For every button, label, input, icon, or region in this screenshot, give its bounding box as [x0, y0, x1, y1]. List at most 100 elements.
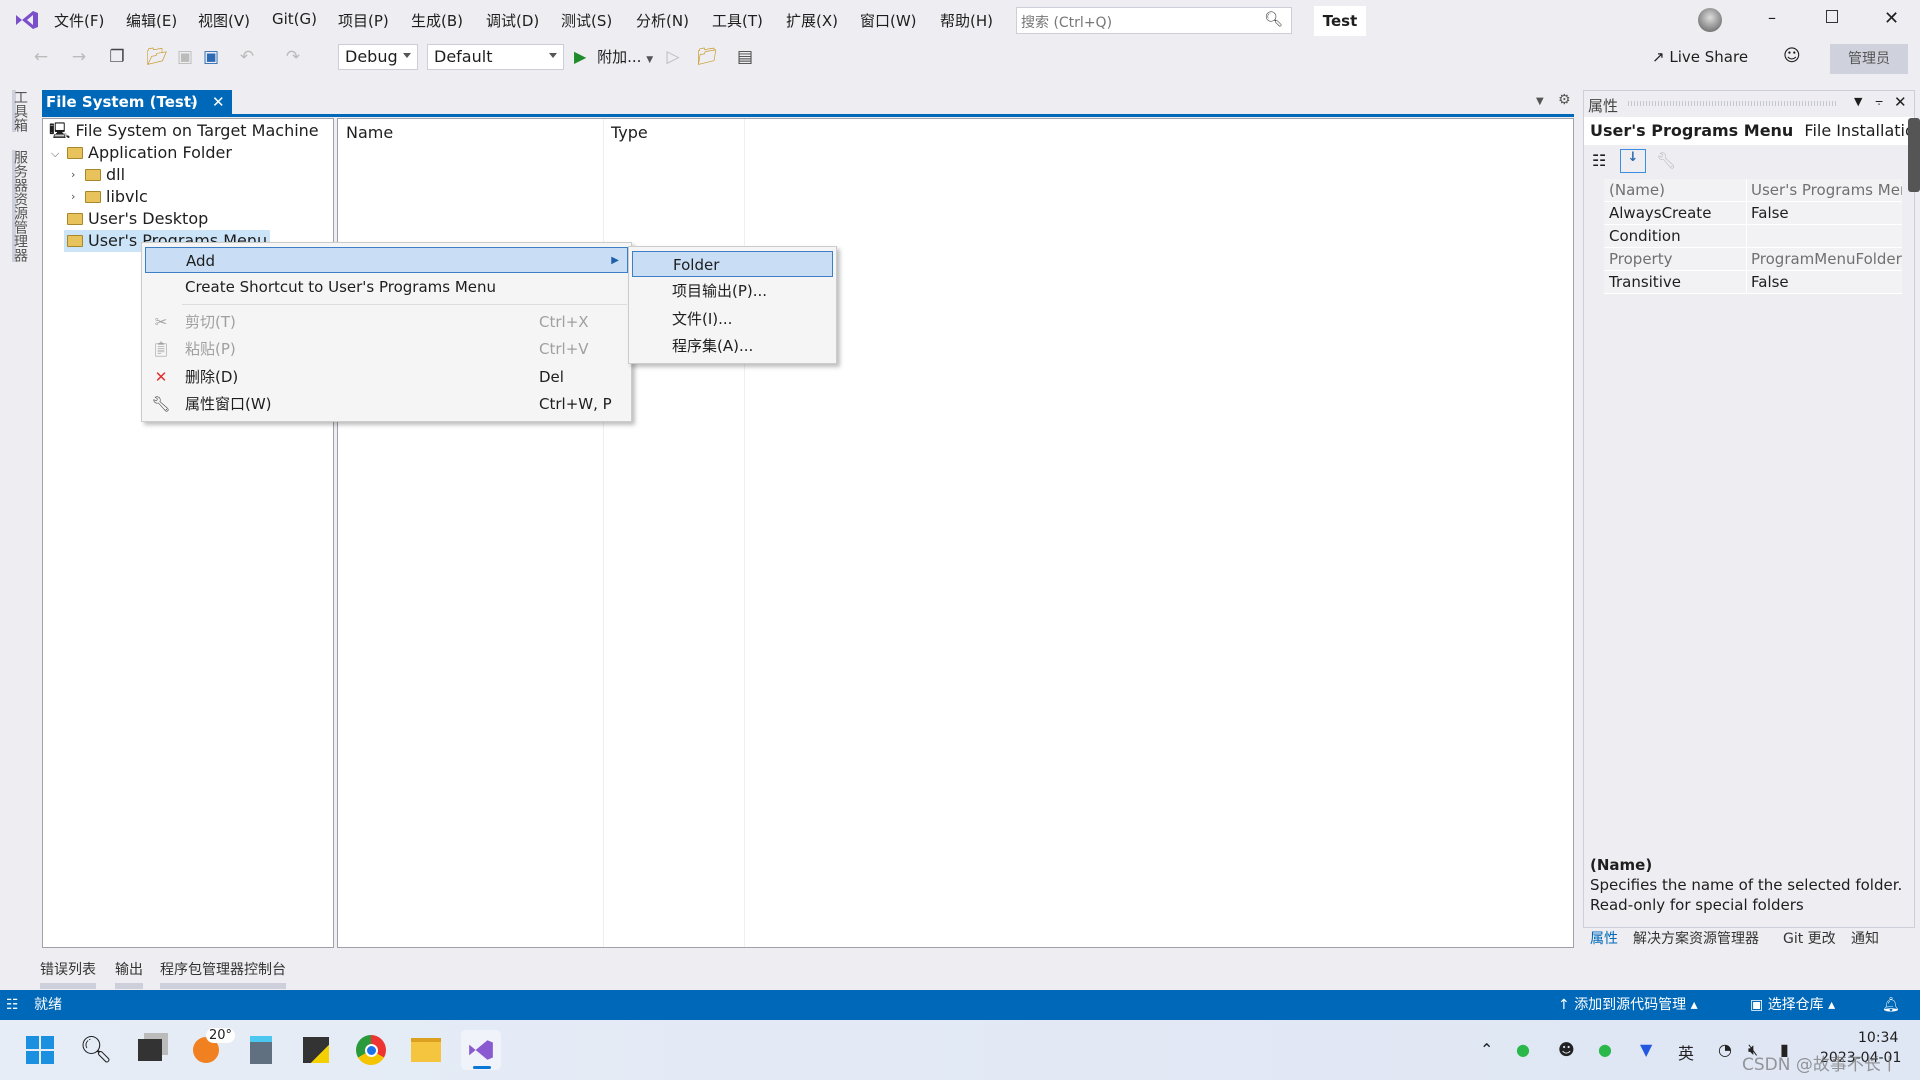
property-value[interactable]: False	[1746, 202, 1902, 225]
property-row-condition[interactable]: Condition	[1604, 225, 1902, 248]
account-avatar[interactable]	[1698, 8, 1722, 32]
weather-icon[interactable]: 20°	[186, 1028, 236, 1070]
sticky-notes-icon[interactable]	[296, 1030, 336, 1070]
platform-dropdown[interactable]: Default	[427, 44, 564, 70]
minimize-button[interactable]: –	[1768, 8, 1776, 27]
menu-test[interactable]: 测试(S)	[561, 10, 612, 31]
attach-button[interactable]: ▶ 附加... ▼	[574, 45, 653, 69]
forward-icon[interactable]: →	[68, 46, 90, 68]
submenu-item-project-output[interactable]: 项目输出(P)...	[632, 278, 833, 304]
task-view-icon[interactable]	[130, 1030, 170, 1070]
menu-item-create-shortcut[interactable]: Create Shortcut to User's Programs Menu	[145, 274, 628, 300]
wechat-icon[interactable]: ●	[1598, 1040, 1612, 1059]
tab-package-manager-console[interactable]: 程序包管理器控制台	[160, 959, 286, 989]
menu-item-properties-window[interactable]: 🔧︎ 属性窗口(W) Ctrl+W, P	[145, 391, 628, 417]
toolbox-tab[interactable]: 工具箱	[12, 90, 30, 132]
menu-git[interactable]: Git(G)	[272, 10, 317, 28]
menu-help[interactable]: 帮助(H)	[940, 10, 993, 31]
tree-item-root[interactable]: 🖳︎ File System on Target Machine	[49, 120, 319, 142]
column-header-type[interactable]: Type	[611, 123, 648, 142]
ime-indicator[interactable]: 英	[1678, 1040, 1694, 1064]
tab-git-changes[interactable]: Git 更改	[1783, 928, 1836, 948]
menu-project[interactable]: 项目(P)	[338, 10, 389, 31]
menu-item-add[interactable]: Add ▶	[145, 247, 628, 273]
property-pages-icon[interactable]: 🔧︎	[1656, 151, 1676, 170]
tree-item-libvlc[interactable]: libvlc	[85, 186, 148, 208]
chevron-right-icon[interactable]: ›	[71, 190, 75, 203]
alphabetical-icon[interactable]: ↓	[1620, 149, 1646, 173]
menu-edit[interactable]: 编辑(E)	[126, 10, 177, 31]
menu-item-delete[interactable]: ✕ 删除(D) Del	[145, 364, 628, 390]
menu-tools[interactable]: 工具(T)	[712, 10, 763, 31]
tab-overflow-icon[interactable]: ▼	[1536, 96, 1544, 107]
property-row-alwayscreate[interactable]: AlwaysCreate False	[1604, 202, 1902, 225]
categorized-icon[interactable]: ☷	[1592, 151, 1606, 170]
start-without-debug-icon[interactable]: ▷	[662, 46, 684, 68]
menu-debug[interactable]: 调试(D)	[486, 10, 539, 31]
submenu-item-file[interactable]: 文件(I)...	[632, 306, 833, 332]
menu-view[interactable]: 视图(V)	[198, 10, 250, 31]
search-input[interactable]: 搜索 (Ctrl+Q) 🔍︎	[1016, 7, 1292, 34]
start-windows-icon[interactable]	[20, 1030, 60, 1070]
find-in-folder-icon[interactable]: 📁︎	[696, 46, 718, 68]
security-shield-icon[interactable]: ▼	[1640, 1040, 1652, 1059]
undo-icon[interactable]: ↶	[236, 46, 258, 68]
chevron-down-icon[interactable]: ⌵	[51, 147, 59, 161]
dropdown-icon[interactable]: ▼	[1854, 95, 1862, 108]
calculator-icon[interactable]	[241, 1030, 281, 1070]
chrome-icon[interactable]	[351, 1030, 391, 1070]
submenu-item-folder[interactable]: Folder	[632, 251, 833, 277]
close-panel-icon[interactable]: ✕	[1894, 93, 1907, 111]
wechat-icon[interactable]: ●	[1516, 1040, 1530, 1059]
property-value[interactable]: False	[1746, 271, 1902, 294]
add-to-source-control[interactable]: ↑ 添加到源代码管理 ▴	[1558, 990, 1698, 1020]
live-share-button[interactable]: ↗ Live Share	[1652, 48, 1748, 66]
window-layout-icon[interactable]: ▤	[734, 46, 756, 68]
tab-output[interactable]: 输出	[115, 959, 143, 989]
visual-studio-taskbar-icon[interactable]	[461, 1030, 501, 1070]
search-icon[interactable]: 🔍︎	[76, 1030, 116, 1070]
menu-file[interactable]: 文件(F)	[54, 10, 104, 31]
property-value[interactable]	[1746, 225, 1902, 248]
feedback-icon[interactable]: ☺	[1783, 46, 1801, 66]
file-explorer-icon[interactable]	[406, 1030, 446, 1070]
config-dropdown[interactable]: Debug	[338, 44, 418, 70]
tree-item-dll[interactable]: dll	[85, 164, 125, 186]
wifi-icon[interactable]: ◔	[1718, 1040, 1732, 1059]
tab-notifications[interactable]: 通知	[1851, 928, 1879, 948]
close-button[interactable]: ✕	[1884, 8, 1899, 29]
save-icon[interactable]: ▣	[174, 46, 196, 68]
bell-icon[interactable]: 🔔︎	[1882, 990, 1900, 1020]
menu-extensions[interactable]: 扩展(X)	[786, 10, 838, 31]
tree-item-users-desktop[interactable]: User's Desktop	[67, 208, 208, 230]
settings-icon[interactable]: ⚙	[1558, 92, 1571, 108]
pin-icon[interactable]: ⨪	[1875, 93, 1883, 109]
tab-properties[interactable]: 属性	[1590, 928, 1618, 948]
redo-icon[interactable]: ↷	[282, 46, 304, 68]
property-row-transitive[interactable]: Transitive False	[1604, 271, 1902, 294]
back-icon[interactable]: ←	[30, 46, 52, 68]
save-all-icon[interactable]: ▣	[200, 46, 222, 68]
column-header-name[interactable]: Name	[346, 123, 393, 142]
open-folder-icon[interactable]: 📂︎	[146, 46, 168, 68]
pin-icon[interactable]: ⨪	[190, 90, 197, 114]
tray-overflow-icon[interactable]: ⌃	[1480, 1040, 1493, 1059]
server-explorer-tab[interactable]: 服务器资源管理器	[12, 150, 30, 262]
menu-window[interactable]: 窗口(W)	[860, 10, 917, 31]
clock-time[interactable]: 10:34	[1858, 1030, 1898, 1046]
tree-item-application-folder[interactable]: Application Folder	[67, 142, 232, 164]
property-row-name[interactable]: (Name) User's Programs Menu	[1604, 179, 1902, 202]
restore-button[interactable]	[1826, 10, 1838, 23]
tab-error-list[interactable]: 错误列表	[40, 959, 96, 989]
qq-icon[interactable]: ☻	[1558, 1040, 1575, 1059]
close-tab-icon[interactable]: ✕	[212, 90, 225, 114]
object-selector[interactable]: User's Programs Menu File Installation P	[1584, 117, 1914, 145]
chevron-right-icon[interactable]: ›	[71, 168, 75, 181]
properties-scroll-indicator[interactable]	[1908, 118, 1920, 192]
new-project-icon[interactable]: ❐	[106, 46, 128, 68]
menu-item-paste[interactable]: 📋︎ 粘贴(P) Ctrl+V	[145, 336, 628, 362]
menu-analyze[interactable]: 分析(N)	[636, 10, 689, 31]
menu-item-cut[interactable]: ✂ 剪切(T) Ctrl+X	[145, 309, 628, 335]
submenu-item-assembly[interactable]: 程序集(A)...	[632, 333, 833, 359]
tab-file-system[interactable]: File System (Test) ⨪ ✕	[42, 90, 232, 114]
